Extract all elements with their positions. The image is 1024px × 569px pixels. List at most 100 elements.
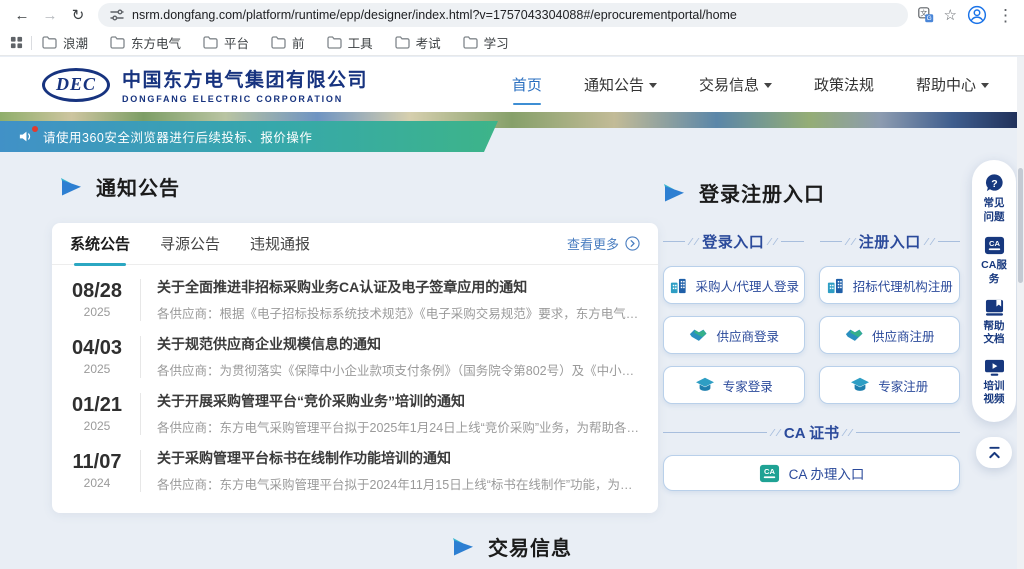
logo-abbr: DEC xyxy=(56,74,96,95)
notice-list: 08/28 2025 关于全面推进非招标采购业务CA认证及电子签章应用的通知 各… xyxy=(52,265,658,499)
entry-buttons: 采购人/代理人登录 招标代理机构注册 供应商登录 供应商注册 xyxy=(663,266,960,404)
nav-notices[interactable]: 通知公告 xyxy=(583,68,658,101)
list-item[interactable]: 11/07 2024 关于采购管理平台标书在线制作功能培训的通知 各供应商：东方… xyxy=(64,442,640,499)
tab-violation-reports[interactable]: 违规通报 xyxy=(250,223,310,265)
section-arrow-icon xyxy=(60,177,82,197)
notice-date: 01/21 2025 xyxy=(64,394,130,433)
scrollbar-track[interactable] xyxy=(1017,57,1024,569)
scrollbar-thumb[interactable] xyxy=(1018,168,1023,283)
expert-login-button[interactable]: 专家登录 xyxy=(663,366,805,404)
bookmark-folder[interactable]: 东方电气 xyxy=(110,33,181,52)
browser-window: ← → ↻ nsrm.dongfang.com/platform/runtime… xyxy=(0,0,1024,569)
divider xyxy=(140,393,141,435)
help-docs-button[interactable]: 帮助文档 xyxy=(980,298,1008,347)
bookmark-label: 浪潮 xyxy=(63,33,88,52)
notice-card: 系统公告 寻源公告 违规通报 查看更多 08/28 2025 xyxy=(52,223,658,513)
date-value: 11/07 xyxy=(64,451,130,474)
divider xyxy=(140,450,141,492)
ca-service-button[interactable]: CA CA服务 xyxy=(980,235,1008,286)
bookmark-folder[interactable]: 平台 xyxy=(203,33,249,52)
nav-label: 政策法规 xyxy=(814,74,874,95)
supplier-register-button[interactable]: 供应商注册 xyxy=(819,316,961,354)
profile-avatar[interactable] xyxy=(967,5,987,25)
folder-icon xyxy=(395,36,410,49)
browser-reload-button[interactable]: ↻ xyxy=(64,2,92,28)
nav-label: 交易信息 xyxy=(699,74,759,95)
notice-body: 关于全面推进非招标采购业务CA认证及电子签章应用的通知 各供应商：根据《电子招标… xyxy=(157,277,640,322)
circle-arrow-icon xyxy=(625,236,640,251)
button-label: 采购人/代理人登录 xyxy=(696,276,799,295)
tab-sourcing-notices[interactable]: 寻源公告 xyxy=(160,223,220,265)
ca-card-icon: CA xyxy=(984,235,1005,256)
nav-trade-info[interactable]: 交易信息 xyxy=(698,68,773,101)
divider xyxy=(140,279,141,321)
date-value: 01/21 xyxy=(64,394,130,417)
handshake-icon xyxy=(844,326,864,344)
section-arrow-icon xyxy=(452,537,474,557)
section-title: 交易信息 xyxy=(488,532,572,561)
svg-text:CA: CA xyxy=(988,239,1000,248)
browser-forward-button[interactable]: → xyxy=(36,2,64,28)
bookmark-folder[interactable]: 考试 xyxy=(395,33,441,52)
ca-label-text: CA 证书 xyxy=(784,422,839,443)
tab-system-notices[interactable]: 系统公告 xyxy=(70,223,130,265)
back-to-top-button[interactable] xyxy=(976,437,1012,468)
button-label: 专家注册 xyxy=(878,376,928,395)
bookmark-folder[interactable]: 浪潮 xyxy=(42,33,88,52)
bookmark-list: 浪潮 东方电气 平台 xyxy=(42,33,509,52)
list-item[interactable]: 04/03 2025 关于规范供应商企业规模信息的通知 各供应商：为贯彻落实《保… xyxy=(64,328,640,385)
date-value: 08/28 xyxy=(64,280,130,303)
company-name-cn: 中国东方电气集团有限公司 xyxy=(122,65,368,92)
translate-icon[interactable]: 文G xyxy=(918,7,934,23)
expert-register-button[interactable]: 专家注册 xyxy=(819,366,961,404)
address-bar[interactable]: nsrm.dongfang.com/platform/runtime/epp/d… xyxy=(98,3,908,27)
list-item[interactable]: 08/28 2025 关于全面推进非招标采购业务CA认证及电子签章应用的通知 各… xyxy=(64,271,640,328)
notice-section-heading: 通知公告 xyxy=(52,172,658,201)
float-item-label: CA服务 xyxy=(980,259,1008,286)
book-icon xyxy=(984,298,1005,317)
ca-apply-button[interactable]: CA CA 办理入口 xyxy=(663,455,960,491)
notice-date: 04/03 2025 xyxy=(64,337,130,376)
bookmark-folder[interactable]: 工具 xyxy=(327,33,373,52)
bookmark-label: 平台 xyxy=(224,33,249,52)
nav-help-center[interactable]: 帮助中心 xyxy=(915,68,990,101)
folder-icon xyxy=(42,36,57,49)
graduation-cap-icon xyxy=(695,376,715,394)
announcement-ribbon: 请使用360安全浏览器进行后续投标、报价操作 xyxy=(0,121,498,152)
video-player-icon xyxy=(984,358,1005,377)
apps-grid-icon[interactable] xyxy=(10,36,23,49)
float-item-label: 常见问题 xyxy=(980,197,1008,224)
notice-tabs: 系统公告 寻源公告 违规通报 查看更多 xyxy=(52,223,658,265)
bookmark-folder[interactable]: 学习 xyxy=(463,33,509,52)
notice-body: 关于采购管理平台标书在线制作功能培训的通知 各供应商：东方电气采购管理平台拟于2… xyxy=(157,448,640,493)
nav-policies[interactable]: 政策法规 xyxy=(813,68,875,101)
notice-date: 08/28 2025 xyxy=(64,280,130,319)
browser-toolbar: ← → ↻ nsrm.dongfang.com/platform/runtime… xyxy=(0,0,1024,30)
notice-description: 各供应商：为贯彻落实《保障中小企业款项支付条例》（国务院令第802号）及《中小企… xyxy=(157,360,640,379)
bidding-agency-register-button[interactable]: 招标代理机构注册 xyxy=(819,266,961,304)
notice-description: 各供应商：东方电气采购管理平台拟于2024年11月15日上线“标书在线制作”功能… xyxy=(157,474,640,493)
faq-button[interactable]: ? 常见问题 xyxy=(980,173,1008,224)
bookmark-star-icon[interactable]: ☆ xyxy=(944,8,957,23)
browser-menu-icon[interactable]: ⋮ xyxy=(997,7,1014,24)
button-label: 供应商登录 xyxy=(716,326,779,345)
section-title: 登录注册入口 xyxy=(699,178,825,207)
view-more-link[interactable]: 查看更多 xyxy=(567,234,640,253)
divider xyxy=(140,336,141,378)
folder-icon xyxy=(327,36,342,49)
bookmark-folder[interactable]: 前 xyxy=(271,33,305,52)
nav-label: 通知公告 xyxy=(584,74,644,95)
list-item[interactable]: 01/21 2025 关于开展采购管理平台“竞价采购业务”培训的通知 各供应商：… xyxy=(64,385,640,442)
browser-back-button[interactable]: ← xyxy=(8,2,36,28)
year-value: 2025 xyxy=(64,419,130,433)
supplier-login-button[interactable]: 供应商登录 xyxy=(663,316,805,354)
site-settings-icon[interactable] xyxy=(110,8,124,22)
button-label: 供应商注册 xyxy=(872,326,935,345)
nav-home[interactable]: 首页 xyxy=(511,68,543,101)
view-more-label: 查看更多 xyxy=(567,234,619,253)
notice-date: 11/07 2024 xyxy=(64,451,130,490)
training-videos-button[interactable]: 培训视频 xyxy=(980,358,1008,407)
company-logo[interactable]: DEC 中国东方电气集团有限公司 DONGFANG ELECTRIC CORPO… xyxy=(42,65,368,104)
buyer-agent-login-button[interactable]: 采购人/代理人登录 xyxy=(663,266,805,304)
site-header: DEC 中国东方电气集团有限公司 DONGFANG ELECTRIC CORPO… xyxy=(0,57,1024,112)
